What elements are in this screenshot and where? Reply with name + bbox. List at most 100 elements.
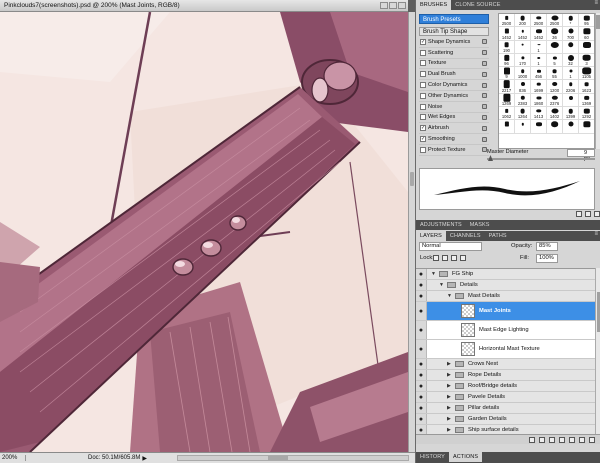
brush-grid-scrollbar[interactable] (595, 13, 600, 149)
brush-option-checkbox[interactable] (420, 114, 426, 121)
layer-style-icon[interactable] (539, 437, 545, 443)
brush-option-checkbox[interactable] (420, 60, 426, 67)
brush-preset[interactable]: 1369 (579, 94, 594, 108)
brush-preset[interactable]: * (563, 14, 579, 28)
brush-preset-grid[interactable]: 2500 200 2500 2500 * 95 1452 1452 1452 36 700 60 190… (498, 13, 595, 149)
layer-group-row[interactable]: ● ▶ Pillar details (416, 403, 595, 414)
brush-option-row[interactable]: Scattering (419, 48, 489, 59)
lock-icon[interactable] (482, 82, 487, 88)
brush-preset[interactable] (499, 120, 515, 134)
tab-history[interactable]: HISTORY (416, 452, 449, 462)
brush-preset[interactable]: 836 (515, 80, 531, 94)
brush-preset[interactable]: 2500 (547, 14, 563, 28)
layer-list[interactable]: ● ▼ FG Ship ● ▼ Details ● ▼ Mast Details ● Mast Jo… (416, 268, 595, 434)
brush-preset[interactable] (563, 93, 579, 108)
brush-preset[interactable]: 200 (515, 14, 531, 28)
brush-preset[interactable]: 1062 (499, 107, 515, 121)
zoom-level[interactable]: 200% (0, 455, 26, 461)
lock-image-icon[interactable] (442, 255, 448, 261)
brush-preset[interactable]: 2500 (499, 14, 515, 28)
lock-all-icon[interactable] (460, 255, 466, 261)
brush-preset[interactable] (579, 41, 594, 54)
scroll-thumb[interactable] (410, 172, 414, 186)
brush-preset[interactable]: 1402 (547, 107, 563, 121)
visibility-eye-icon[interactable]: ● (416, 381, 427, 391)
brush-option-row[interactable]: Noise (419, 102, 489, 113)
layer-group-row[interactable]: ● ▼ FG Ship (416, 269, 595, 280)
brush-preset[interactable]: 190 (499, 40, 515, 54)
layer-group-row[interactable]: ● ▶ Rope Details (416, 370, 595, 381)
brush-preset[interactable]: 1 (563, 67, 579, 81)
brush-preset[interactable]: 1269 (499, 93, 515, 108)
lock-position-icon[interactable] (451, 255, 457, 261)
brush-preset[interactable]: 1413 (531, 107, 547, 121)
visibility-eye-icon[interactable]: ● (416, 302, 427, 320)
master-diameter-slider[interactable] (487, 155, 595, 161)
layer-group-row[interactable]: ● ▶ Ship surface details (416, 425, 595, 434)
tab-brushes[interactable]: BRUSHES (416, 0, 452, 10)
layer-group-row[interactable]: ● ▼ Details (416, 280, 595, 291)
visibility-eye-icon[interactable]: ● (416, 425, 427, 434)
visibility-eye-icon[interactable]: ● (416, 291, 427, 301)
lock-icon[interactable] (482, 114, 487, 120)
brush-preset[interactable]: 95 (579, 14, 594, 28)
visibility-eye-icon[interactable]: ● (416, 370, 427, 380)
brush-preset[interactable]: 1699 (531, 80, 547, 94)
collapsed-triangle-icon[interactable]: ▶ (447, 361, 451, 367)
visibility-eye-icon[interactable]: ● (416, 414, 427, 424)
brush-preset[interactable]: 2206 (563, 80, 579, 94)
lock-transparency-icon[interactable] (433, 255, 439, 261)
expanded-triangle-icon[interactable]: ▼ (447, 293, 452, 299)
brush-preset[interactable]: 170 (515, 53, 531, 68)
brush-option-row[interactable]: Texture (419, 59, 489, 70)
canvas-horizontal-scrollbar[interactable] (177, 455, 409, 461)
tab-layers[interactable]: LAYERS (416, 231, 446, 241)
master-diameter-field[interactable]: 9 px (567, 149, 595, 162)
collapsed-triangle-icon[interactable]: ▶ (447, 372, 451, 378)
brush-option-row[interactable]: Color Dynamics (419, 80, 489, 91)
brush-preset[interactable]: 1623 (579, 80, 594, 94)
layer-group-row[interactable]: ● ▶ Crows Nest (416, 359, 595, 370)
collapsed-triangle-icon[interactable]: ▶ (447, 383, 451, 389)
brush-option-checkbox[interactable]: ✓ (420, 136, 426, 143)
tab-channels[interactable]: CHANNELS (446, 231, 485, 241)
layer-group-row[interactable]: ● ▼ Mast Details (416, 291, 595, 302)
delete-layer-icon[interactable] (589, 437, 595, 443)
brush-preset[interactable]: 1452 (499, 27, 515, 41)
brush-preset[interactable]: 60 (579, 27, 594, 41)
visibility-eye-icon[interactable]: ● (416, 340, 427, 358)
layer-list-scrollbar[interactable] (595, 268, 600, 434)
opacity-field[interactable]: 85% (536, 242, 558, 251)
brush-option-row[interactable]: Dual Brush (419, 69, 489, 81)
tab-adjustments[interactable]: ADJUSTMENTS (416, 220, 466, 230)
brush-preset[interactable]: 1105 (579, 67, 594, 81)
brush-option-row[interactable]: ✓ Airbrush (419, 123, 489, 135)
brush-option-checkbox[interactable]: ✓ (420, 125, 426, 132)
canvas-vertical-scrollbar[interactable] (408, 12, 415, 452)
brush-preset[interactable]: 700 (563, 27, 579, 41)
brush-preset[interactable]: 1200 (547, 80, 563, 94)
document-tab[interactable]: Pinkclouds7(screenshots).psd @ 200% (Mas… (0, 0, 408, 12)
tab-actions[interactable]: ACTIONS (448, 452, 483, 462)
status-menu-arrow-icon[interactable]: ▶ (142, 455, 147, 462)
brush-preset[interactable]: 2383 (515, 93, 531, 108)
brush-preset[interactable]: 96 (499, 53, 515, 68)
visibility-eye-icon[interactable]: ● (416, 392, 427, 402)
expanded-triangle-icon[interactable]: ▼ (439, 282, 444, 288)
lock-icon[interactable] (482, 125, 487, 131)
brush-preset[interactable] (563, 40, 579, 54)
brush-preset[interactable]: 55 (547, 67, 563, 81)
brush-preset[interactable]: 36 (547, 27, 563, 41)
brush-preset[interactable]: 1452 (515, 27, 531, 41)
brush-preset[interactable]: 3 (579, 54, 594, 68)
layer-row[interactable]: ● Mast Joints (416, 302, 595, 321)
layer-group-row[interactable]: ● ▶ Garden Details (416, 414, 595, 425)
brush-option-row[interactable]: Wet Edges (419, 113, 489, 124)
brush-option-checkbox[interactable] (420, 49, 426, 56)
adjustment-layer-icon[interactable] (559, 437, 565, 443)
lock-icon[interactable] (482, 71, 487, 77)
brush-preset[interactable] (547, 40, 563, 54)
brush-preset[interactable] (531, 120, 547, 134)
visibility-eye-icon[interactable]: ● (416, 403, 427, 413)
minimize-button[interactable] (380, 2, 388, 9)
